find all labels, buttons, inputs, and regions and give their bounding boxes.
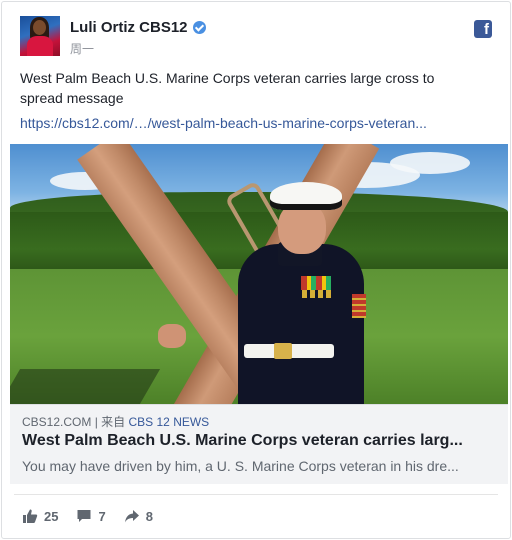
preview-via-label: 来自 — [101, 415, 129, 429]
link-preview[interactable]: CBS12.COM | 来自 CBS 12 NEWS West Palm Bea… — [10, 404, 508, 484]
preview-description: You may have driven by him, a U. S. Mari… — [22, 458, 459, 474]
image-shadow — [10, 369, 161, 404]
preview-domain: CBS12.COM — [22, 415, 92, 429]
share-action[interactable]: 8 — [124, 508, 153, 524]
uniform-chevrons — [352, 294, 366, 318]
marine-uniform — [238, 244, 364, 404]
page-name[interactable]: Luli Ortiz CBS12 — [70, 19, 188, 36]
marine-cap — [270, 182, 342, 210]
verified-badge-icon — [192, 21, 206, 34]
post-link[interactable]: https://cbs12.com/…/west-palm-beach-us-m… — [20, 115, 427, 131]
preview-source: CBS12.COM | 来自 CBS 12 NEWS — [22, 413, 209, 430]
share-arrow-icon — [124, 510, 139, 523]
thumbs-up-icon — [23, 509, 38, 523]
post-timestamp[interactable]: 周一 — [70, 40, 94, 57]
avatar-dress — [27, 36, 53, 56]
preview-separator: | — [91, 415, 102, 429]
comment-bubble-icon — [77, 510, 91, 522]
comment-action[interactable]: 7 — [76, 508, 106, 524]
like-count: 25 — [44, 508, 59, 524]
actions-divider — [14, 494, 498, 495]
facebook-logo-icon[interactable]: f — [474, 20, 492, 38]
post-header: Luli Ortiz CBS12 周一 f — [20, 16, 492, 60]
avatar[interactable] — [20, 16, 60, 56]
uniform-ribbons — [301, 276, 331, 290]
preview-source-link[interactable]: CBS 12 NEWS — [129, 415, 210, 429]
post-image[interactable] — [10, 144, 508, 404]
uniform-medals — [302, 290, 332, 298]
belt-buckle — [274, 343, 292, 359]
image-cloud — [390, 152, 470, 174]
avatar-face — [33, 20, 46, 35]
post-message: West Palm Beach U.S. Marine Corps vetera… — [20, 70, 435, 106]
like-action[interactable]: 25 — [22, 508, 58, 524]
comment-count: 7 — [98, 508, 106, 524]
author-row: Luli Ortiz CBS12 — [70, 19, 206, 36]
post-card: Luli Ortiz CBS12 周一 f West Palm Beach U.… — [1, 1, 511, 539]
share-count: 8 — [145, 508, 153, 524]
engagement-bar: 25 7 8 — [22, 508, 153, 524]
marine-hand — [158, 324, 186, 348]
preview-title[interactable]: West Palm Beach U.S. Marine Corps vetera… — [22, 432, 497, 450]
